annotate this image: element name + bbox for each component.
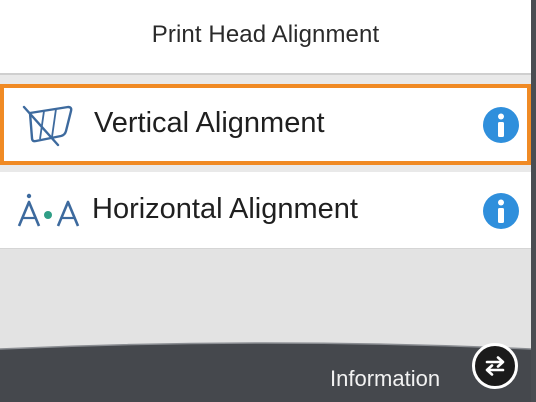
empty-list-area	[0, 249, 531, 349]
switch-arrows-icon[interactable]	[472, 343, 518, 389]
page-title: Print Head Alignment	[151, 20, 380, 48]
footer-curve-decoration	[0, 342, 531, 359]
screen-bezel	[531, 0, 536, 402]
menu-item-horizontal-alignment[interactable]: Horizontal Alignment	[0, 172, 531, 249]
menu-item-label: Vertical Alignment	[94, 107, 325, 139]
info-icon[interactable]	[483, 107, 519, 143]
horizontal-alignment-icon	[16, 190, 82, 234]
title-bar: Print Head Alignment	[0, 0, 531, 75]
vertical-alignment-icon	[20, 101, 80, 149]
menu-item-label: Horizontal Alignment	[92, 193, 358, 225]
menu-item-vertical-alignment[interactable]: Vertical Alignment	[0, 84, 531, 165]
info-icon[interactable]	[483, 193, 519, 229]
information-button[interactable]: Information	[330, 366, 440, 392]
printer-lcd-screen: Print Head Alignment Vertical Alignment	[0, 0, 536, 402]
